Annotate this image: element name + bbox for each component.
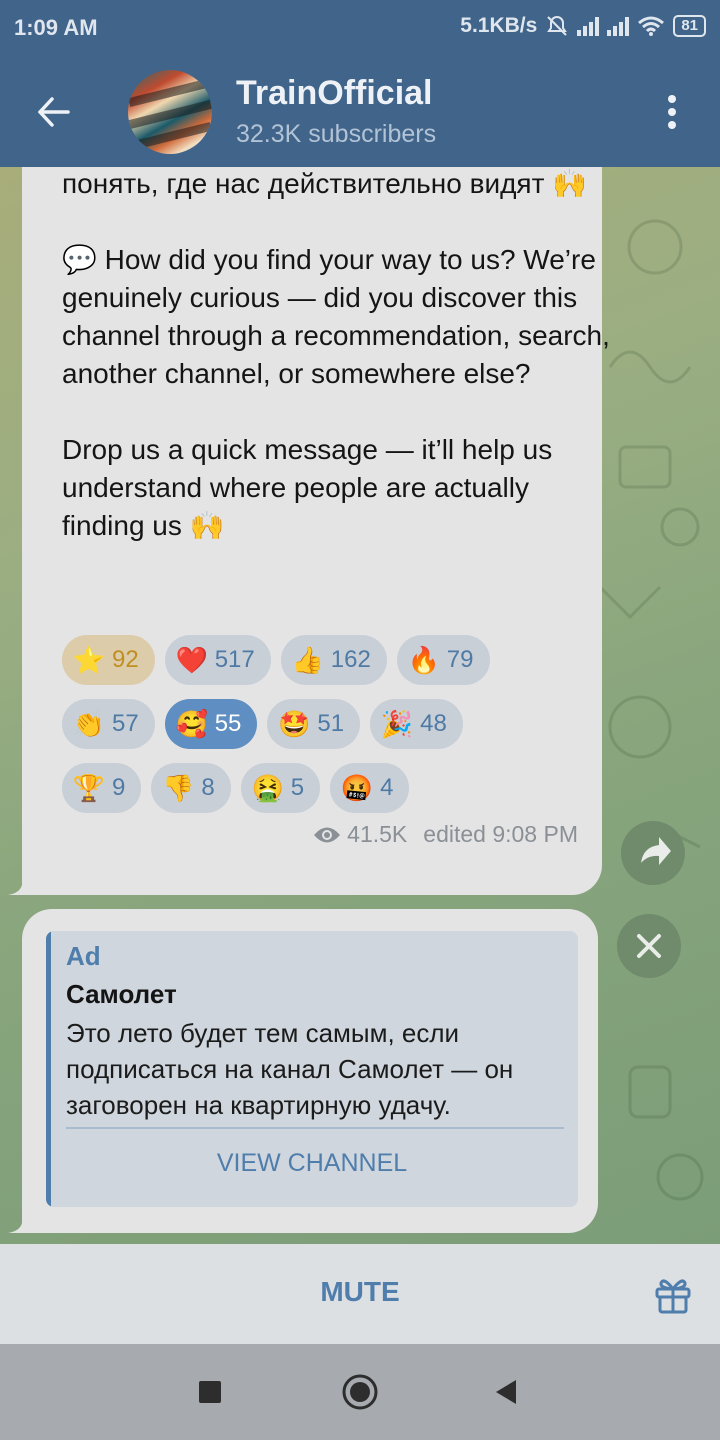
close-icon (637, 934, 661, 958)
reaction-row: 🏆 9 👎 8 🤮 5 🤬 4 (62, 763, 602, 813)
reaction-row: 👏 57 🥰 55 🤩 51 🎉 48 (62, 699, 602, 749)
view-count: 41.5K (347, 821, 408, 847)
reaction-count: 48 (420, 710, 447, 737)
network-speed: 5.1KB/s (460, 14, 538, 37)
channel-post-bubble[interactable]: Напишите пару слов — это поможет нам пон… (22, 167, 610, 895)
more-vert-icon[interactable] (664, 94, 680, 130)
share-button[interactable] (621, 821, 685, 885)
home-icon[interactable] (341, 1373, 379, 1411)
ad-text: Это лето будет тем самым, если подписать… (66, 1018, 514, 1120)
reaction-count: 5 (290, 774, 305, 801)
trophy-icon: 🏆 (72, 772, 106, 803)
reaction-count: 4 (380, 774, 394, 801)
chat-area[interactable]: Напишите пару слов — это поможет нам пон… (0, 167, 720, 1244)
channel-bottom-bar: MUTE (0, 1244, 720, 1344)
arrow-left-icon[interactable] (34, 92, 74, 132)
edited-time: edited 9:08 PM (423, 821, 578, 847)
reaction-count: 79 (446, 646, 474, 673)
post-text: Напишите пару слов — это поможет нам пон… (62, 168, 610, 541)
reaction-count: 517 (214, 646, 255, 673)
reaction-vomit[interactable]: 🤮 5 (240, 763, 321, 813)
star-struck-icon: 🤩 (278, 708, 311, 739)
status-bar: 1:09 AM 5.1KB/s 81 (0, 0, 720, 56)
reaction-star[interactable]: ⭐ 92 (62, 635, 155, 685)
reaction-fire[interactable]: 🔥 79 (396, 635, 490, 685)
cursing-face-icon: 🤬 (340, 772, 374, 803)
ad-divider (66, 1127, 564, 1129)
reaction-row: ⭐ 92 ❤️ 517 👍 162 🔥 79 (62, 635, 602, 685)
bubble-tail (8, 875, 38, 895)
gift-icon[interactable] (652, 1274, 694, 1316)
clap-icon: 👏 (72, 708, 106, 739)
reaction-party[interactable]: 🎉 48 (370, 699, 463, 749)
status-icons: 5.1KB/s 81 (460, 14, 706, 38)
signal-icon (607, 16, 630, 36)
fire-icon: 🔥 (407, 644, 440, 675)
star-icon: ⭐ (72, 644, 106, 675)
share-arrow-icon (641, 837, 671, 865)
ad-card[interactable]: Ad Самолет Это лето будет тем самым, есл… (46, 931, 578, 1207)
eye-icon (314, 827, 341, 842)
reaction-heart[interactable]: ❤️ 517 (164, 635, 271, 685)
thumbs-down-icon: 👎 (162, 772, 195, 803)
status-time: 1:09 AM (14, 15, 98, 40)
battery-icon: 81 (673, 15, 706, 37)
silent-alarm-icon (547, 15, 568, 36)
reaction-count: 55 (214, 710, 242, 737)
reaction-clap[interactable]: 👏 57 (62, 699, 155, 749)
signal-icon (577, 16, 600, 36)
view-channel-button[interactable]: VIEW CHANNEL (46, 1149, 578, 1178)
reaction-thumbs-up[interactable]: 👍 162 (280, 635, 387, 685)
reaction-star-struck[interactable]: 🤩 51 (267, 699, 361, 749)
back-triangle-icon[interactable] (494, 1378, 518, 1406)
reaction-count: 57 (112, 710, 139, 737)
chat-header: TrainOfficial 32.3K subscribers (0, 56, 720, 167)
reaction-trophy[interactable]: 🏆 9 (62, 763, 142, 813)
vomit-icon: 🤮 (251, 772, 284, 803)
reactions: ⭐ 92 ❤️ 517 👍 162 🔥 79 👏 57 🥰 55 🤩 51 🎉 … (62, 635, 602, 827)
subscriber-count: 32.3K subscribers (236, 120, 437, 148)
reaction-count: 9 (112, 774, 126, 801)
ad-label: Ad (66, 941, 101, 971)
post-meta: 41.5K edited 9:08 PM (313, 821, 578, 848)
mute-button[interactable]: MUTE (0, 1276, 720, 1308)
close-ad-button[interactable] (617, 914, 681, 978)
reaction-count: 162 (330, 646, 371, 673)
reaction-count: 92 (112, 646, 139, 673)
ad-title: Самолет (66, 979, 177, 1009)
reaction-count: 8 (201, 774, 215, 801)
recents-icon[interactable] (199, 1381, 221, 1403)
heart-icon: ❤️ (175, 644, 208, 675)
party-popper-icon: 🎉 (380, 708, 414, 739)
channel-avatar[interactable] (128, 70, 212, 154)
wifi-icon (638, 16, 665, 36)
bubble-tail (8, 1213, 38, 1233)
reaction-thumbs-down[interactable]: 👎 8 (151, 763, 231, 813)
reaction-cursing[interactable]: 🤬 4 (330, 763, 410, 813)
thumbs-up-icon: 👍 (291, 644, 324, 675)
reaction-count: 51 (317, 710, 345, 737)
reaction-smiling-hearts[interactable]: 🥰 55 (164, 699, 258, 749)
channel-title[interactable]: TrainOfficial (236, 74, 433, 113)
smiling-hearts-icon: 🥰 (175, 708, 208, 739)
